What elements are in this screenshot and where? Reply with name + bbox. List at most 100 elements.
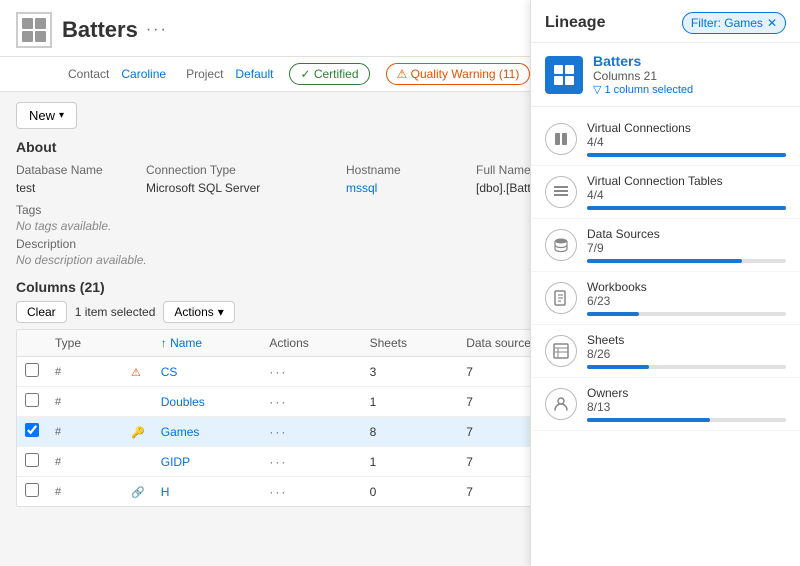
row-name[interactable]: GIDP (153, 447, 262, 477)
row-name[interactable]: CS (153, 357, 262, 387)
quality-warning-icon: ⚠ (131, 367, 141, 379)
col-checkbox (17, 330, 47, 357)
col-sheets[interactable]: Sheets (362, 330, 459, 357)
lineage-item-workbooks[interactable]: Workbooks 6/23 (531, 272, 800, 325)
row-sheets: 1 (362, 447, 459, 477)
page-title: Batters (62, 17, 138, 43)
row-type: # (47, 477, 123, 507)
lineage-item-data-sources[interactable]: Data Sources 7/9 (531, 219, 800, 272)
other-icon: 🔗 (131, 487, 145, 499)
selected-label: 1 item selected (75, 305, 156, 319)
row-checkbox[interactable] (17, 447, 47, 477)
lineage-item-info: Owners 8/13 (587, 386, 786, 422)
row-checkbox[interactable] (17, 477, 47, 507)
lineage-top-selected: ▽ 1 column selected (593, 83, 693, 96)
lineage-item-name: Virtual Connection Tables (587, 174, 786, 188)
row-quality-icon (123, 387, 153, 417)
lineage-bar-bg (587, 312, 786, 316)
hostname-value[interactable]: mssql (346, 181, 476, 195)
lineage-header: Lineage Filter: Games ✕ (531, 0, 800, 43)
row-type: # (47, 417, 123, 447)
row-name[interactable]: Doubles (153, 387, 262, 417)
lineage-top-icon (545, 56, 583, 94)
lineage-top-name: Batters (593, 53, 693, 69)
table-icon (16, 12, 52, 48)
actions-dropdown-icon: ▾ (218, 305, 224, 319)
lineage-item-info: Virtual Connection Tables 4/4 (587, 174, 786, 210)
contact-value[interactable]: Caroline (121, 67, 166, 81)
lineage-bar-bg (587, 259, 786, 263)
lineage-item-info: Virtual Connections 4/4 (587, 121, 786, 157)
lineage-filter-label: Filter: Games (691, 16, 763, 30)
row-checkbox[interactable] (17, 357, 47, 387)
filter-close-icon[interactable]: ✕ (767, 16, 777, 30)
db-name-value: test (16, 181, 146, 195)
lineage-top-info: Batters Columns 21 ▽ 1 column selected (593, 53, 693, 96)
row-sheets: 3 (362, 357, 459, 387)
virtual-connection-tables-icon (545, 176, 577, 208)
row-actions[interactable]: ··· (261, 447, 361, 477)
lineage-bar-fill (587, 153, 786, 157)
columns-title: Columns (21) (16, 279, 105, 295)
data-sources-icon (545, 229, 577, 261)
col-quality (123, 330, 153, 357)
lineage-item-owners[interactable]: Owners 8/13 (531, 378, 800, 431)
db-name-label: Database Name (16, 163, 146, 177)
lineage-bar-fill (587, 418, 710, 422)
lineage-bar-bg (587, 206, 786, 210)
row-quality-icon: 🔑 (123, 417, 153, 447)
row-actions[interactable]: ··· (261, 387, 361, 417)
lineage-item-count: 4/4 (587, 188, 786, 202)
row-actions[interactable]: ··· (261, 357, 361, 387)
row-actions[interactable]: ··· (261, 477, 361, 507)
lineage-item-info: Data Sources 7/9 (587, 227, 786, 263)
lineage-item-sheets[interactable]: Sheets 8/26 (531, 325, 800, 378)
project-label: Project (186, 67, 223, 81)
row-checkbox[interactable] (17, 417, 47, 447)
lineage-item-name: Workbooks (587, 280, 786, 294)
row-actions[interactable]: ··· (261, 417, 361, 447)
project-value[interactable]: Default (235, 67, 273, 81)
new-button[interactable]: New ▾ (16, 102, 77, 129)
lineage-item-count: 8/26 (587, 347, 786, 361)
lineage-bar-bg (587, 153, 786, 157)
row-quality-icon: 🔗 (123, 477, 153, 507)
owners-icon (545, 388, 577, 420)
lineage-panel: Lineage Filter: Games ✕ Batters Columns … (530, 0, 800, 566)
col-name[interactable]: ↑ Name (153, 330, 262, 357)
lineage-item-count: 4/4 (587, 135, 786, 149)
lineage-items: Virtual Connections 4/4 Virtual Connecti… (531, 107, 800, 566)
lineage-title: Lineage (545, 14, 605, 32)
lineage-bar-fill (587, 365, 649, 369)
lineage-item-virtual-connections[interactable]: Virtual Connections 4/4 (531, 113, 800, 166)
lineage-top-item: Batters Columns 21 ▽ 1 column selected (531, 43, 800, 107)
row-name[interactable]: Games (153, 417, 262, 447)
lineage-item-name: Sheets (587, 333, 786, 347)
conn-type-value: Microsoft SQL Server (146, 181, 346, 195)
lineage-bar-fill (587, 312, 639, 316)
lineage-item-name: Virtual Connections (587, 121, 786, 135)
quality-warning-badge[interactable]: ⚠ Quality Warning (11) (386, 63, 531, 85)
more-options-icon[interactable]: ··· (146, 21, 168, 39)
filter-icon: ▽ (593, 83, 601, 96)
lineage-bar-bg (587, 365, 786, 369)
lineage-bar-fill (587, 206, 786, 210)
dropdown-arrow-icon: ▾ (59, 110, 64, 121)
lineage-bar-fill (587, 259, 742, 263)
lineage-item-name: Owners (587, 386, 786, 400)
col-type[interactable]: Type (47, 330, 123, 357)
main-content: Batters ··· Contact Caroline Project Def… (0, 0, 800, 566)
actions-button[interactable]: Actions ▾ (163, 301, 234, 323)
row-checkbox[interactable] (17, 387, 47, 417)
lineage-filter[interactable]: Filter: Games ✕ (682, 12, 786, 34)
lineage-item-virtual-connection-tables[interactable]: Virtual Connection Tables 4/4 (531, 166, 800, 219)
clear-button[interactable]: Clear (16, 301, 67, 323)
workbooks-icon (545, 282, 577, 314)
lineage-item-info: Workbooks 6/23 (587, 280, 786, 316)
contact-label: Contact (68, 67, 109, 81)
row-name[interactable]: H (153, 477, 262, 507)
conn-type-label: Connection Type (146, 163, 346, 177)
certified-badge[interactable]: ✓ Certified (289, 63, 369, 85)
col-actions[interactable]: Actions (261, 330, 361, 357)
sheets-icon (545, 335, 577, 367)
